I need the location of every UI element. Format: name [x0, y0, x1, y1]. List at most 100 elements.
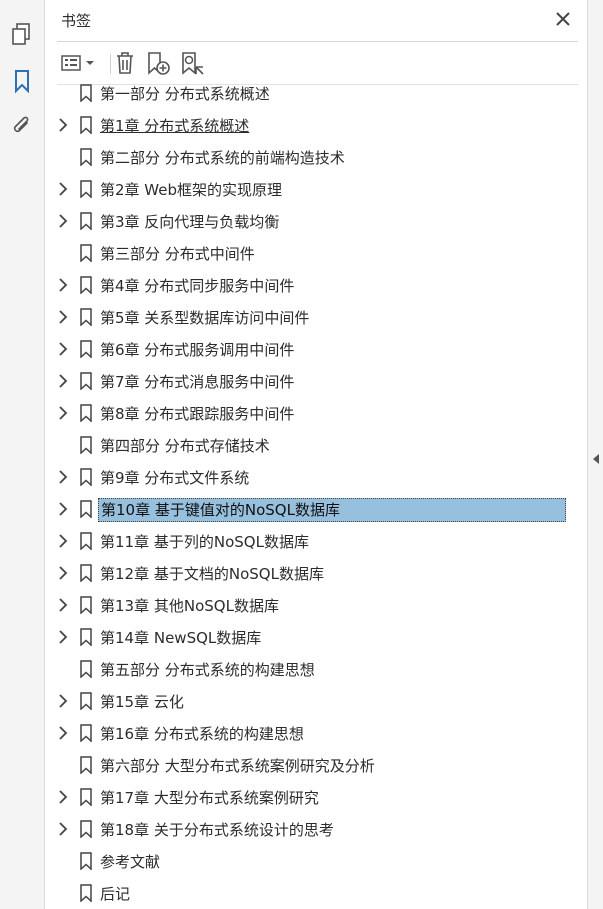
bookmark-item[interactable]: 后记 — [45, 880, 566, 906]
chevron-right-icon[interactable] — [56, 693, 70, 709]
chevron-right-icon[interactable] — [56, 469, 70, 485]
bookmark-item[interactable]: 第10章 基于键值对的NoSQL数据库 — [45, 496, 566, 522]
chevron-right-icon[interactable] — [56, 629, 70, 645]
bookmark-label: 第3章 反向代理与负载均衡 — [100, 213, 280, 231]
bookmark-icon — [79, 84, 93, 103]
chevron-right-icon[interactable] — [56, 213, 70, 229]
navigation-rail — [0, 0, 45, 909]
bookmark-item[interactable]: 第12章 基于文档的NoSQL数据库 — [45, 560, 566, 586]
bookmark-label: 参考文献 — [100, 853, 161, 871]
chevron-right-icon[interactable] — [56, 405, 70, 421]
options-menu-icon[interactable] — [59, 48, 97, 78]
bookmark-item[interactable]: 第6章 分布式服务调用中间件 — [45, 336, 566, 362]
bookmark-label: 第三部分 分布式中间件 — [100, 245, 255, 263]
bookmark-item[interactable]: 第1章 分布式系统概述 — [45, 112, 566, 138]
bookmark-icon — [79, 148, 93, 167]
chevron-right-icon[interactable] — [56, 373, 70, 389]
bookmark-icon — [79, 180, 93, 199]
bookmark-item[interactable]: 第2章 Web框架的实现原理 — [45, 176, 566, 202]
bookmark-icon — [79, 564, 93, 583]
bookmark-item[interactable]: 第3章 反向代理与负载均衡 — [45, 208, 566, 234]
bookmarks-panel: 书签 第一部分 分布式系统概述第1章 分布式系统概述第二部分 分布式系统的前端构… — [45, 0, 587, 909]
bookmark-icon[interactable] — [8, 67, 36, 95]
bookmark-label: 第2章 Web框架的实现原理 — [100, 181, 283, 199]
bookmark-icon — [79, 788, 93, 807]
bookmark-item[interactable]: 第8章 分布式跟踪服务中间件 — [45, 400, 566, 426]
bookmark-icon — [79, 596, 93, 615]
bookmark-label: 第9章 分布式文件系统 — [100, 469, 250, 487]
bookmark-item[interactable]: 第二部分 分布式系统的前端构造技术 — [45, 144, 566, 170]
bookmark-item[interactable]: 参考文献 — [45, 848, 566, 874]
toolbar-separator — [110, 54, 111, 74]
bookmark-item[interactable]: 第五部分 分布式系统的构建思想 — [45, 656, 566, 682]
bookmark-label: 第14章 NewSQL数据库 — [100, 629, 262, 647]
bookmark-label: 第16章 分布式系统的构建思想 — [100, 725, 304, 743]
bookmark-icon — [79, 724, 93, 743]
bookmark-label: 第二部分 分布式系统的前端构造技术 — [100, 149, 345, 167]
bookmark-label: 第12章 基于文档的NoSQL数据库 — [100, 565, 324, 583]
bookmark-item[interactable]: 第一部分 分布式系统概述 — [45, 84, 566, 106]
bookmark-item[interactable]: 第六部分 大型分布式系统案例研究及分析 — [45, 752, 566, 778]
bookmark-label: 第四部分 分布式存储技术 — [100, 437, 270, 455]
bookmark-label: 第8章 分布式跟踪服务中间件 — [100, 405, 295, 423]
bookmark-label: 第11章 基于列的NoSQL数据库 — [100, 533, 309, 551]
bookmark-icon — [79, 468, 93, 487]
bookmark-icon — [79, 756, 93, 775]
bookmark-label: 第6章 分布式服务调用中间件 — [100, 341, 295, 359]
chevron-right-icon[interactable] — [56, 789, 70, 805]
bookmark-item[interactable]: 第17章 大型分布式系统案例研究 — [45, 784, 566, 810]
chevron-right-icon[interactable] — [56, 341, 70, 357]
bookmark-list: 第一部分 分布式系统概述第1章 分布式系统概述第二部分 分布式系统的前端构造技术… — [45, 84, 566, 909]
bookmark-icon — [79, 500, 93, 519]
bookmark-item[interactable]: 第15章 云化 — [45, 688, 566, 714]
chevron-right-icon[interactable] — [56, 501, 70, 517]
chevron-right-icon[interactable] — [56, 533, 70, 549]
bookmark-item[interactable]: 第14章 NewSQL数据库 — [45, 624, 566, 650]
panel-title: 书签 — [61, 12, 92, 30]
bookmark-icon — [79, 244, 93, 263]
bookmark-item[interactable]: 第11章 基于列的NoSQL数据库 — [45, 528, 566, 554]
new-bookmark-icon[interactable] — [145, 48, 171, 78]
bookmark-label: 第7章 分布式消息服务中间件 — [100, 373, 295, 391]
pages-icon[interactable] — [8, 20, 36, 48]
bookmark-item[interactable]: 第13章 其他NoSQL数据库 — [45, 592, 566, 618]
panel-edge — [587, 0, 603, 909]
bookmark-item[interactable]: 第三部分 分布式中间件 — [45, 240, 566, 266]
bookmark-label: 第17章 大型分布式系统案例研究 — [100, 789, 319, 807]
bookmark-icon — [79, 404, 93, 423]
attachment-icon[interactable] — [8, 112, 36, 140]
bookmark-label: 第五部分 分布式系统的构建思想 — [100, 661, 315, 679]
bookmark-item[interactable]: 第四部分 分布式存储技术 — [45, 432, 566, 458]
bookmark-icon — [79, 308, 93, 327]
chevron-right-icon[interactable] — [56, 597, 70, 613]
bookmark-label: 第5章 关系型数据库访问中间件 — [100, 309, 310, 327]
chevron-right-icon[interactable] — [56, 309, 70, 325]
bookmark-label: 第一部分 分布式系统概述 — [100, 85, 270, 103]
chevron-right-icon[interactable] — [56, 725, 70, 741]
bookmark-item[interactable]: 第16章 分布式系统的构建思想 — [45, 720, 566, 746]
close-icon[interactable] — [553, 9, 573, 29]
bookmark-icon — [79, 532, 93, 551]
bookmark-icon — [79, 116, 93, 135]
bookmark-item[interactable]: 第5章 关系型数据库访问中间件 — [45, 304, 566, 330]
bookmark-item[interactable]: 第18章 关于分布式系统设计的思考 — [45, 816, 566, 842]
chevron-right-icon[interactable] — [56, 277, 70, 293]
bookmark-icon — [79, 820, 93, 839]
bookmark-item[interactable]: 第9章 分布式文件系统 — [45, 464, 566, 490]
delete-icon[interactable] — [113, 48, 137, 78]
chevron-right-icon[interactable] — [56, 821, 70, 837]
bookmark-icon — [79, 660, 93, 679]
divider — [57, 41, 578, 42]
chevron-right-icon[interactable] — [56, 565, 70, 581]
bookmark-item[interactable]: 第7章 分布式消息服务中间件 — [45, 368, 566, 394]
bookmark-item[interactable]: 第4章 分布式同步服务中间件 — [45, 272, 566, 298]
find-bookmark-icon[interactable] — [179, 48, 205, 78]
bookmark-label: 第六部分 大型分布式系统案例研究及分析 — [100, 757, 375, 775]
chevron-right-icon[interactable] — [56, 117, 70, 133]
bookmark-icon — [79, 628, 93, 647]
bookmark-icon — [79, 692, 93, 711]
bookmark-icon — [79, 372, 93, 391]
bookmark-icon — [79, 852, 93, 871]
collapse-panel-icon[interactable] — [592, 450, 600, 469]
chevron-right-icon[interactable] — [56, 181, 70, 197]
